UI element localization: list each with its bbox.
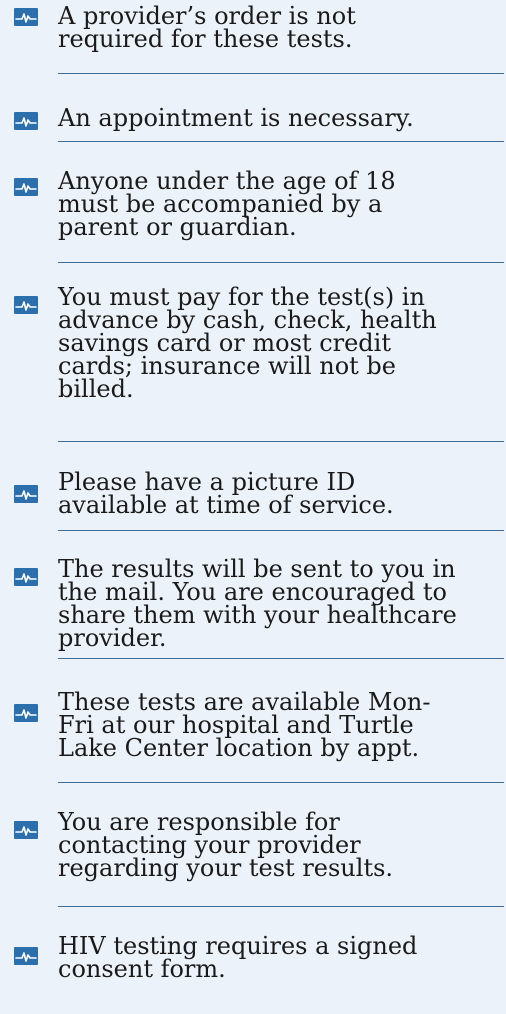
- list-item-text: You are responsible for contacting your …: [58, 808, 394, 882]
- list-item-text: An appointment is necessary.: [58, 104, 414, 132]
- divider: [58, 441, 504, 442]
- divider: [58, 658, 504, 659]
- list-item-text: The results will be sent to you in the m…: [58, 555, 457, 652]
- divider: [58, 262, 504, 263]
- list-item-text: HIV testing requires a signed consent fo…: [58, 932, 418, 983]
- divider: [58, 782, 504, 783]
- ekg-pulse-icon: [14, 704, 38, 722]
- ekg-pulse-icon: [14, 947, 38, 965]
- ekg-pulse-icon: [14, 485, 38, 503]
- divider: [58, 141, 504, 142]
- ekg-pulse-icon: [14, 296, 38, 314]
- list-item-text: Anyone under the age of 18 must be accom…: [58, 167, 396, 241]
- ekg-pulse-icon: [14, 112, 38, 130]
- divider: [58, 73, 504, 74]
- ekg-pulse-icon: [14, 568, 38, 586]
- ekg-pulse-icon: [14, 8, 38, 26]
- divider: [58, 906, 504, 907]
- list-item-text: These tests are available Mon- Fri at ou…: [58, 688, 431, 762]
- list-item-text: Please have a picture ID available at ti…: [58, 468, 394, 519]
- divider: [58, 530, 504, 531]
- list-item-text: A provider’s order is not required for t…: [58, 2, 356, 53]
- list-item-text: You must pay for the test(s) in advance …: [58, 283, 437, 403]
- ekg-pulse-icon: [14, 821, 38, 839]
- ekg-pulse-icon: [14, 178, 38, 196]
